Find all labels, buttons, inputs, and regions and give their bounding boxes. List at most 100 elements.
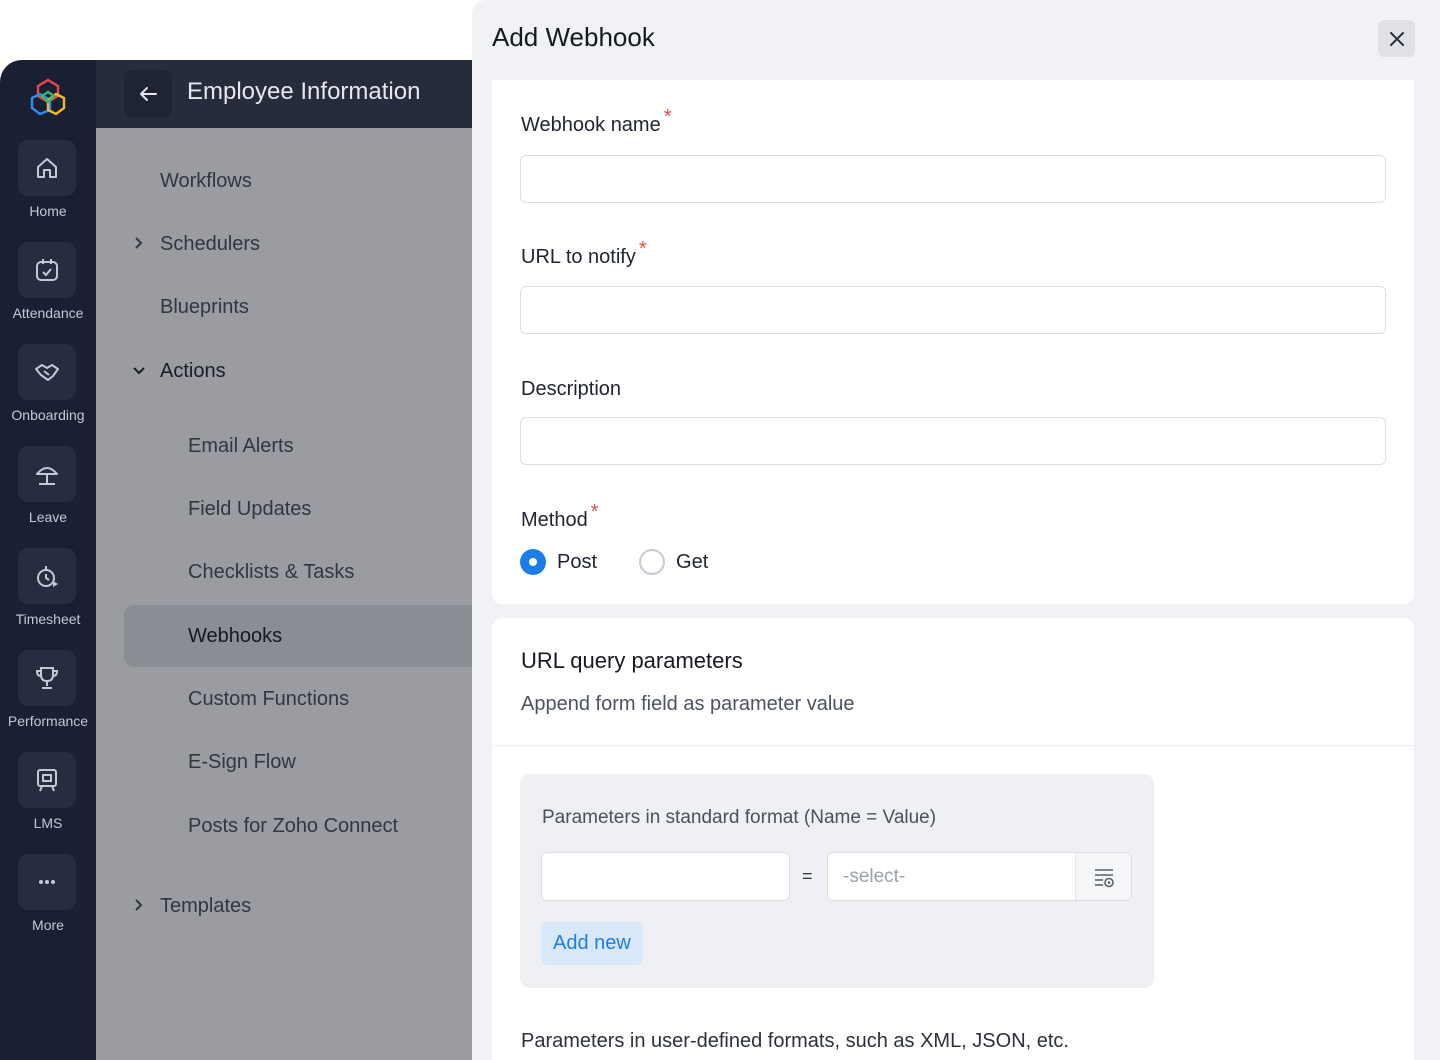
add-new-button[interactable]: Add new [541, 922, 643, 965]
rail-item-home[interactable]: Home [0, 140, 96, 242]
required-mark: * [590, 501, 599, 523]
divider [492, 745, 1414, 746]
stopwatch-icon [37, 566, 58, 587]
radio-selected-indicator [520, 549, 546, 575]
nav-item-e-sign-flow[interactable]: E-Sign Flow [96, 742, 472, 782]
nav-item-label: Webhooks [188, 624, 283, 647]
app-background: Home Attendance Onboarding Leave Timeshe… [0, 60, 472, 1060]
rail-tile [18, 650, 76, 706]
select-placeholder: -select- [843, 866, 906, 887]
rail-item-performance[interactable]: Performance [0, 650, 96, 752]
home-icon [37, 158, 57, 178]
method-get-radio[interactable]: Get [639, 549, 708, 575]
rail-label: Home [29, 203, 67, 219]
rail-item-timesheet[interactable]: Timesheet [0, 548, 96, 650]
rail-tile [18, 446, 76, 502]
nav-item-label: Blueprints [160, 295, 249, 318]
required-mark: * [638, 238, 647, 260]
settings-panel: Employee Information Workflows Scheduler… [96, 60, 472, 1060]
chevron-right-icon [135, 899, 143, 911]
nav-item-label: Workflows [160, 169, 252, 192]
rail-item-onboarding[interactable]: Onboarding [0, 344, 96, 446]
rail-tile [18, 854, 76, 910]
nav-item-label: Schedulers [160, 232, 261, 255]
nav-item-email-alerts[interactable]: Email Alerts [96, 426, 472, 466]
nav-item-workflows[interactable]: Workflows [96, 161, 472, 201]
nav-item-label: Posts for Zoho Connect [188, 814, 399, 837]
label-text: Webhook name [521, 114, 661, 136]
chevron-right-icon [135, 237, 143, 249]
nav-item-label: Field Updates [188, 497, 312, 520]
panel-title: Employee Information [187, 78, 421, 105]
radio-indicator [639, 549, 666, 575]
chevron-down-icon [133, 367, 145, 375]
rail-tile [18, 548, 76, 604]
webhook-details-card: Webhook name * URL to notify * Description… [492, 80, 1414, 604]
nav-item-label: Checklists & Tasks [188, 560, 355, 583]
nav-item-blueprints[interactable]: Blueprints [96, 287, 472, 327]
more-dots-icon [39, 880, 55, 884]
url-input[interactable] [520, 286, 1386, 334]
back-button[interactable] [124, 70, 172, 118]
url-query-parameters-card: URL query parameters Append form field a… [492, 618, 1414, 1060]
param-name-input[interactable] [541, 852, 790, 901]
equals-sign: = [802, 866, 813, 886]
section-title: URL query parameters [521, 648, 743, 673]
user-defined-params-label: Parameters in user-defined formats, such… [521, 1030, 1069, 1052]
calendar-check-icon [36, 259, 58, 281]
standard-params-box: Parameters in standard format (Name = Va… [520, 774, 1154, 988]
app-logo-icon [28, 76, 68, 116]
field-picker-button[interactable] [1075, 853, 1131, 900]
radio-label: Get [676, 550, 709, 573]
trophy-icon [35, 667, 59, 689]
handshake-icon [35, 364, 59, 381]
method-post-radio[interactable]: Post [520, 549, 597, 575]
description-label: Description [521, 378, 622, 400]
rail-item-more[interactable]: More [0, 854, 96, 956]
nav-item-templates[interactable]: Templates [96, 886, 472, 926]
add-webhook-dialog: Add Webhook Webhook name * URL to notify *… [472, 0, 1440, 1060]
rail-tile [18, 344, 76, 400]
rail-label: Leave [28, 509, 68, 525]
radio-label: Post [557, 550, 598, 573]
webhook-name-input[interactable] [520, 155, 1386, 203]
rail-item-attendance[interactable]: Attendance [0, 242, 96, 344]
rail-label: Attendance [12, 305, 84, 321]
close-icon [1389, 31, 1404, 46]
method-label: Method * [521, 501, 599, 532]
rail-tile [18, 242, 76, 298]
nav-item-label: Templates [160, 894, 252, 917]
nav-item-custom-functions[interactable]: Custom Functions [96, 679, 472, 719]
rail-label: LMS [33, 815, 63, 831]
section-subtitle: Append form field as parameter value [521, 693, 855, 715]
nav-item-webhooks[interactable]: Webhooks [124, 605, 472, 667]
required-mark: * [663, 106, 672, 128]
nav-item-label: Actions [160, 359, 226, 382]
dialog-title: Add Webhook [492, 22, 655, 52]
nav-item-label: Custom Functions [188, 687, 350, 710]
rail-label: More [32, 917, 64, 933]
param-value-select[interactable]: -select- [827, 852, 1132, 901]
nav-item-field-updates[interactable]: Field Updates [96, 489, 472, 529]
umbrella-icon [36, 467, 58, 485]
rail-label: Onboarding [11, 407, 85, 423]
rail-item-lms[interactable]: LMS [0, 752, 96, 854]
rail-tile [18, 140, 76, 196]
board-icon [37, 769, 57, 792]
arrow-left-icon [140, 87, 157, 101]
nav-item-schedulers[interactable]: Schedulers [96, 224, 472, 264]
nav-item-posts-zoho-connect[interactable]: Posts for Zoho Connect [96, 806, 472, 846]
nav-item-label: E-Sign Flow [188, 750, 296, 773]
standard-params-title: Parameters in standard format (Name = Va… [542, 807, 937, 828]
field-list-icon [1094, 868, 1114, 887]
label-text: URL to notify [521, 246, 636, 268]
nav-item-actions[interactable]: Actions [96, 351, 472, 391]
description-input[interactable] [520, 417, 1386, 465]
rail-item-leave[interactable]: Leave [0, 446, 96, 548]
url-label: URL to notify * [521, 238, 647, 269]
left-rail: Home Attendance Onboarding Leave Timeshe… [0, 60, 96, 1060]
close-button[interactable] [1378, 20, 1415, 57]
nav-item-checklists-tasks[interactable]: Checklists & Tasks [96, 552, 472, 592]
label-text: Method [521, 509, 588, 531]
rail-label: Performance [7, 713, 89, 729]
